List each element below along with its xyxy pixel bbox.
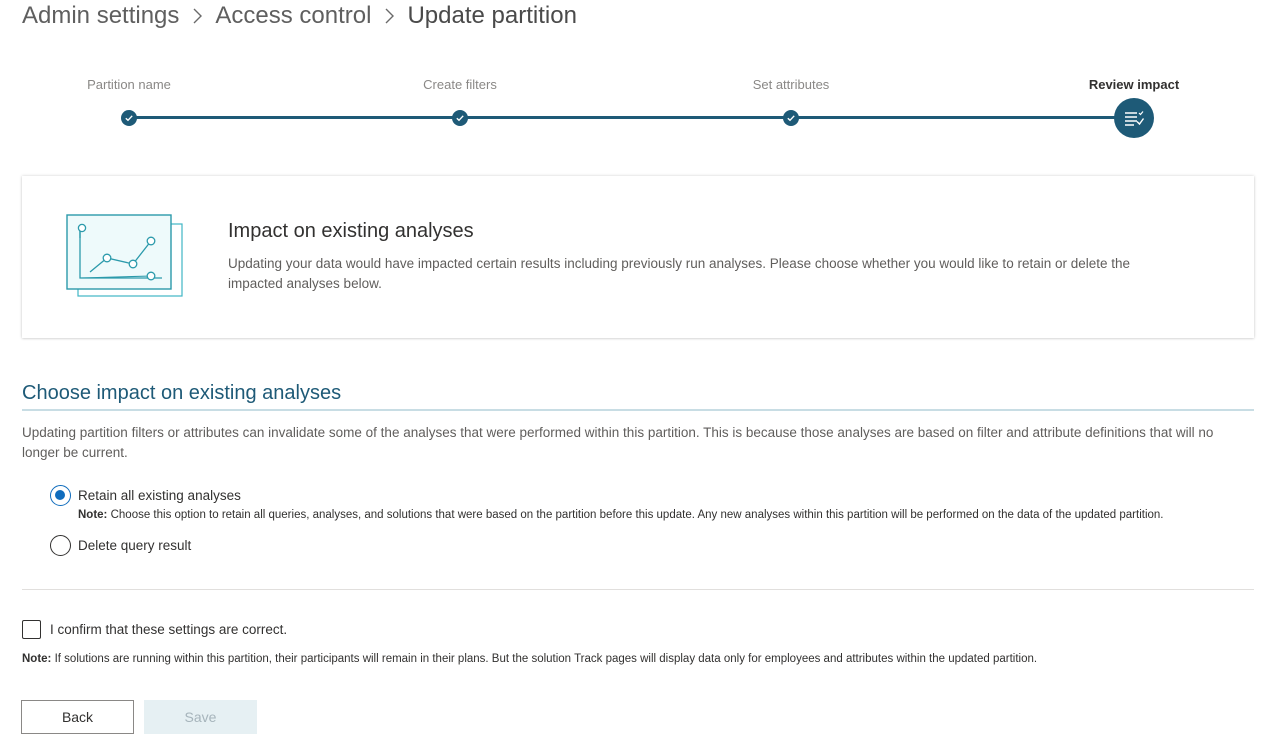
- section-title: Choose impact on existing analyses: [22, 382, 342, 404]
- note-text: Choose this option to retain all queries…: [110, 509, 1164, 521]
- retain-option-note: Note: Choose this option to retain all q…: [78, 509, 1164, 521]
- step-label-create-filters: Create filters: [423, 77, 497, 92]
- note-text: If solutions are running within this par…: [54, 653, 1038, 665]
- note-prefix: Note:: [22, 653, 52, 665]
- section-divider: [22, 409, 1254, 411]
- note-prefix: Note:: [78, 509, 108, 521]
- divider: [22, 589, 1254, 590]
- chart-analysis-icon: [66, 214, 186, 300]
- step-create-filters-checkmark-icon[interactable]: [452, 110, 468, 126]
- step-set-attributes-checkmark-icon[interactable]: [783, 110, 799, 126]
- radio-button-selected[interactable]: [50, 485, 71, 506]
- confirm-checkbox[interactable]: [22, 620, 41, 639]
- wizard-stepper: Partition name Create filters Set attrib…: [0, 70, 1269, 150]
- save-button[interactable]: Save: [144, 700, 257, 734]
- impact-card: Impact on existing analyses Updating you…: [22, 176, 1254, 338]
- step-label-set-attributes: Set attributes: [752, 77, 830, 92]
- chevron-right-icon: [191, 8, 203, 24]
- radio-option-delete-query-result[interactable]: Delete query result: [50, 535, 191, 556]
- back-button[interactable]: Back: [21, 700, 134, 734]
- section-description: Updating partition filters or attributes…: [22, 425, 1214, 460]
- stepper-track: [129, 116, 1134, 119]
- breadcrumb-admin-settings[interactable]: Admin settings: [22, 2, 179, 30]
- breadcrumb-access-control[interactable]: Access control: [215, 2, 371, 30]
- radio-option-label: Delete query result: [78, 538, 192, 553]
- page-title: Update partition: [407, 2, 577, 29]
- bottom-note: Note: If solutions are running within th…: [22, 653, 1037, 665]
- radio-option-retain-analyses[interactable]: Retain all existing analyses: [50, 485, 241, 506]
- breadcrumb: Admin settings Access control Update par…: [22, 0, 577, 32]
- chevron-right-icon: [383, 8, 395, 24]
- confirm-settings-checkbox-row[interactable]: I confirm that these settings are correc…: [22, 620, 287, 639]
- step-label-partition-name: Partition name: [87, 77, 171, 92]
- impact-card-title: Impact on existing analyses: [228, 220, 474, 242]
- step-label-review-impact: Review impact: [1088, 77, 1180, 92]
- radio-button-unselected[interactable]: [50, 535, 71, 556]
- impact-card-description: Updating your data would have impacted c…: [228, 256, 1131, 291]
- radio-option-label: Retain all existing analyses: [78, 488, 241, 503]
- step-review-impact-list-check-icon: [1114, 98, 1154, 138]
- confirm-label: I confirm that these settings are correc…: [50, 622, 288, 637]
- step-partition-name-checkmark-icon[interactable]: [121, 110, 137, 126]
